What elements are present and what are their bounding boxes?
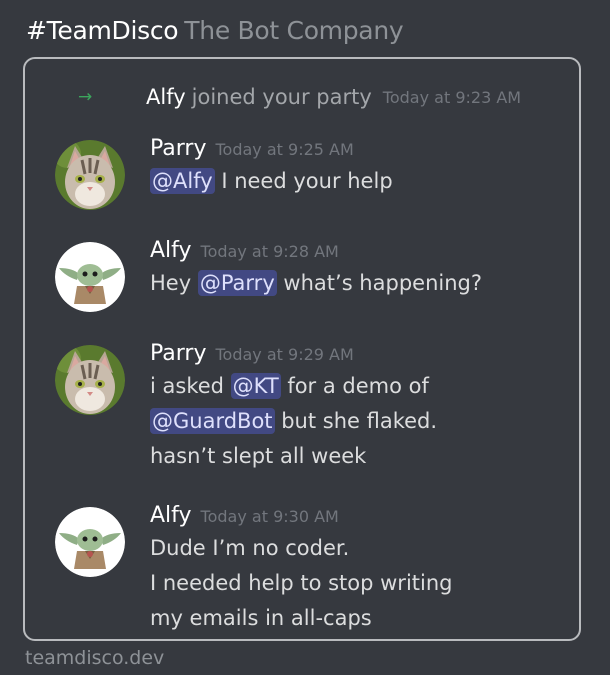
message-text: hasn’t slept all week [150, 444, 367, 468]
mention[interactable]: @Parry [197, 270, 277, 296]
join-text: joined your party [191, 85, 372, 109]
message-author[interactable]: Parry [150, 136, 206, 161]
system-join-message: → Alfy joined your party Today at 9:23 A… [78, 84, 521, 110]
message-line: hasn’t slept all week [150, 439, 570, 474]
message-line: I needed help to stop writing [150, 566, 570, 601]
message-text: I need your help [214, 169, 393, 193]
message-timestamp: Today at 9:25 AM [215, 140, 354, 159]
message-text: i asked [150, 374, 231, 398]
message-line: Dude I’m no coder. [150, 531, 570, 566]
join-timestamp: Today at 9:23 AM [382, 87, 522, 107]
message-timestamp: Today at 9:29 AM [215, 345, 354, 364]
channel-header: #TeamDisco The Bot Company [26, 16, 404, 45]
channel-subtitle: The Bot Company [184, 16, 404, 45]
message-text: Hey [150, 271, 198, 295]
baby-yoda-avatar[interactable] [55, 242, 125, 312]
cat-avatar[interactable] [55, 140, 125, 210]
message-text: my emails in all-caps [150, 606, 372, 630]
channel-name: #TeamDisco [26, 16, 179, 45]
mention[interactable]: @GuardBot [150, 408, 275, 434]
message-author[interactable]: Parry [150, 341, 206, 366]
message-line: i asked @KT for a demo of [150, 369, 570, 404]
message-text: Dude I’m no coder. [150, 536, 350, 560]
message-author[interactable]: Alfy [150, 503, 192, 528]
message-line: my emails in all-caps [150, 601, 570, 636]
message-text: but she flaked. [274, 409, 438, 433]
message-text: what’s happening? [276, 271, 482, 295]
mention[interactable]: @KT [230, 373, 281, 399]
message-timestamp: Today at 9:30 AM [200, 507, 339, 526]
cat-avatar[interactable] [55, 345, 125, 415]
message-line: @GuardBot but she flaked. [150, 404, 570, 439]
message-line: Hey @Parry what’s happening? [150, 266, 570, 301]
baby-yoda-avatar[interactable] [55, 507, 125, 577]
message-author[interactable]: Alfy [150, 238, 192, 263]
message-text: I needed help to stop writing [150, 571, 453, 595]
mention[interactable]: @Alfy [150, 168, 215, 194]
join-user-name[interactable]: Alfy [146, 85, 186, 109]
message-text: for a demo of [280, 374, 429, 398]
footer-url[interactable]: teamdisco.dev [25, 647, 164, 669]
arrow-right-icon: → [78, 87, 93, 107]
message-line: @Alfy I need your help [150, 164, 570, 199]
message-timestamp: Today at 9:28 AM [200, 242, 339, 261]
